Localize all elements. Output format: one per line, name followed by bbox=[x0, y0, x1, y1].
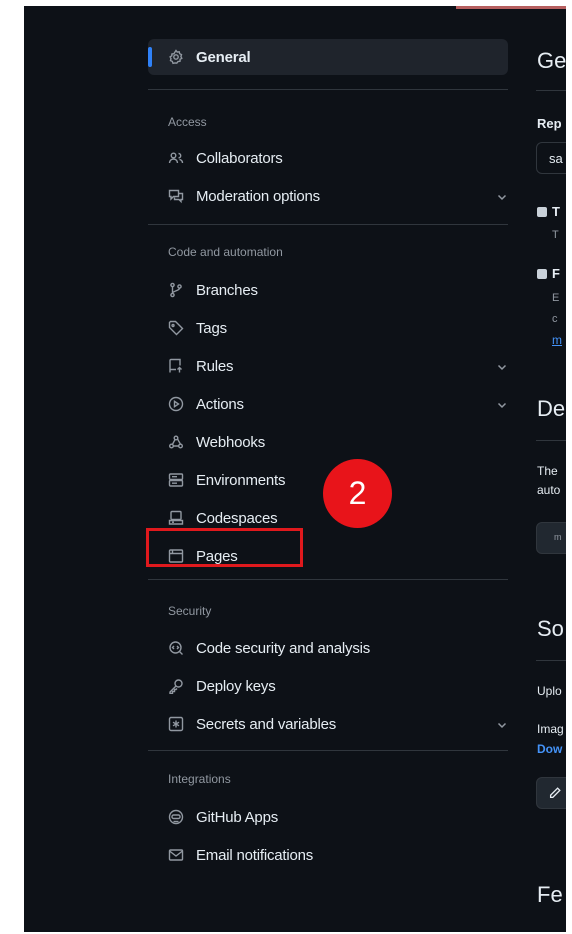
default-branch-button-text: m bbox=[554, 532, 562, 542]
sidebar-item-label: Branches bbox=[196, 281, 258, 299]
social-upload-text: Uplo bbox=[537, 684, 562, 698]
step-number-badge: 2 bbox=[323, 459, 392, 528]
screenshot-root: General Access Collaborators Moderation … bbox=[0, 0, 572, 934]
sidebar-item-label: Email notifications bbox=[196, 846, 314, 864]
feature-description-line2: c bbox=[552, 313, 558, 325]
sidebar-item-rules[interactable]: Rules bbox=[148, 348, 508, 384]
divider bbox=[536, 90, 566, 91]
section-label-code-automation: Code and automation bbox=[168, 245, 283, 259]
sidebar-item-label: Collaborators bbox=[196, 149, 283, 167]
pencil-icon bbox=[548, 786, 562, 805]
divider bbox=[148, 224, 508, 225]
codescan-icon bbox=[167, 639, 185, 657]
social-image-text: Imag bbox=[537, 722, 564, 736]
sidebar-item-github-apps[interactable]: GitHub Apps bbox=[148, 799, 508, 835]
sidebar-item-label: Code security and analysis bbox=[196, 639, 371, 657]
sidebar-item-label: GitHub Apps bbox=[196, 808, 279, 826]
sidebar-item-label: Deploy keys bbox=[196, 677, 276, 695]
sidebar-item-general[interactable]: General bbox=[148, 39, 508, 75]
sidebar-item-label: Environments bbox=[196, 471, 286, 489]
mail-icon bbox=[167, 846, 185, 864]
sidebar-item-code-security[interactable]: Code security and analysis bbox=[148, 630, 508, 666]
sidebar-item-branches[interactable]: Branches bbox=[148, 272, 508, 308]
sidebar-item-label: Webhooks bbox=[196, 433, 265, 451]
repo-push-icon bbox=[167, 357, 185, 375]
section-label-security: Security bbox=[168, 604, 212, 618]
section-heading-social-preview: So bbox=[537, 616, 564, 641]
active-indicator bbox=[148, 47, 152, 67]
chevron-down-icon[interactable] bbox=[496, 190, 508, 202]
template-checkbox[interactable] bbox=[537, 207, 547, 217]
server-icon bbox=[167, 471, 185, 489]
webhook-icon bbox=[167, 433, 185, 451]
codespaces-icon bbox=[167, 509, 185, 527]
key-icon bbox=[167, 677, 185, 695]
asterisk-box-icon bbox=[167, 715, 185, 733]
divider bbox=[148, 579, 508, 580]
feature-description-line1: E bbox=[552, 292, 560, 304]
sidebar-item-label: Rules bbox=[196, 357, 234, 375]
general-settings-content: Ge Rep sa T T F E c m De The auto m So U… bbox=[512, 6, 566, 932]
sidebar-item-label: Codespaces bbox=[196, 509, 278, 527]
download-template-link[interactable]: Dow bbox=[537, 742, 562, 756]
sidebar-item-collaborators[interactable]: Collaborators bbox=[148, 140, 508, 176]
sidebar-item-deploy-keys[interactable]: Deploy keys bbox=[148, 668, 508, 704]
feature-learn-more-link[interactable]: m bbox=[552, 333, 562, 347]
section-heading-default-branch: De bbox=[537, 396, 566, 421]
edit-button[interactable] bbox=[536, 777, 566, 809]
pages-highlight-box bbox=[146, 528, 303, 567]
play-icon bbox=[167, 395, 185, 413]
sidebar-item-label: Actions bbox=[196, 395, 244, 413]
sidebar-item-label: General bbox=[196, 48, 251, 66]
sidebar-item-webhooks[interactable]: Webhooks bbox=[148, 424, 508, 460]
default-branch-description-line2: auto bbox=[537, 483, 561, 497]
tag-icon bbox=[167, 319, 185, 337]
sidebar-item-label: Moderation options bbox=[196, 187, 320, 205]
section-heading-features: Fe bbox=[537, 882, 563, 907]
feature-label: F bbox=[552, 266, 560, 281]
divider bbox=[536, 440, 566, 441]
sidebar-item-label: Tags bbox=[196, 319, 227, 337]
sidebar-item-moderation-options[interactable]: Moderation options bbox=[148, 178, 508, 214]
sidebar-item-secrets-variables[interactable]: Secrets and variables bbox=[148, 706, 508, 742]
git-branch-icon bbox=[167, 281, 185, 299]
divider bbox=[148, 89, 508, 90]
sidebar-item-actions[interactable]: Actions bbox=[148, 386, 508, 422]
repo-name-input[interactable]: sa bbox=[536, 142, 566, 174]
template-label: T bbox=[552, 204, 560, 219]
feature-checkbox[interactable] bbox=[537, 269, 547, 279]
people-icon bbox=[167, 149, 185, 167]
default-branch-button[interactable]: m bbox=[536, 522, 566, 554]
divider bbox=[148, 750, 508, 751]
repo-name-label: Rep bbox=[537, 116, 562, 131]
section-label-access: Access bbox=[168, 115, 207, 129]
sidebar-item-tags[interactable]: Tags bbox=[148, 310, 508, 346]
chevron-down-icon[interactable] bbox=[496, 360, 508, 372]
template-description: T bbox=[552, 229, 559, 241]
chevron-down-icon[interactable] bbox=[496, 398, 508, 410]
comment-discussion-icon bbox=[167, 187, 185, 205]
section-heading-general: Ge bbox=[537, 48, 566, 73]
sidebar-item-label: Secrets and variables bbox=[196, 715, 337, 733]
gear-icon bbox=[167, 48, 185, 66]
sidebar-item-email-notifications[interactable]: Email notifications bbox=[148, 837, 508, 873]
divider bbox=[536, 660, 566, 661]
repo-name-value: sa bbox=[549, 150, 563, 166]
hubot-icon bbox=[167, 808, 185, 826]
settings-screen: General Access Collaborators Moderation … bbox=[24, 6, 566, 932]
chevron-down-icon[interactable] bbox=[496, 718, 508, 730]
section-label-integrations: Integrations bbox=[168, 772, 231, 786]
default-branch-description-line1: The bbox=[537, 464, 558, 478]
